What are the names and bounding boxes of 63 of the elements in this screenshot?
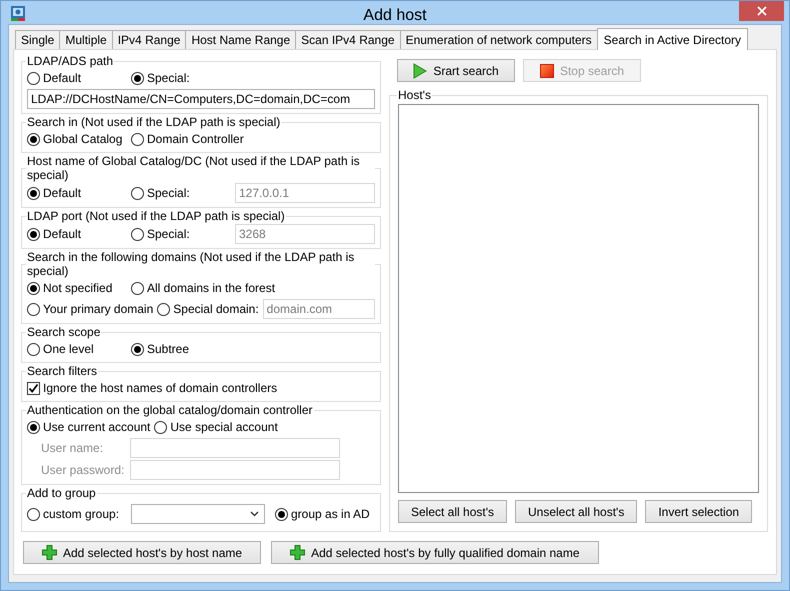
radio-button[interactable]: Default [27,186,127,200]
chevron-down-icon [250,511,259,517]
radio-button[interactable]: Special: [131,71,231,85]
input-field[interactable]: LDAP://DCHostName/CN=Computers,DC=domain,DC=com [27,89,375,109]
radio-label: Special: [147,227,190,241]
tab[interactable]: IPv4 Range [112,30,186,49]
selection-button[interactable]: Invert selection [645,500,752,523]
radio-button[interactable]: group as in AD [275,507,375,521]
start-search-button[interactable]: Srart search [397,59,515,82]
group-title: LDAP port (Not used if the LDAP path is special) [26,209,286,223]
radio-label: One level [43,342,94,356]
window-title: Add host [363,7,427,25]
group-title: Search in (Not used if the LDAP path is special) [26,115,282,129]
radio-button[interactable]: Special: [131,186,231,200]
radio-label: Not specified [43,281,112,295]
group-title: Search in the following domains (Not used if the LDAP path is special) [26,250,356,278]
radio-label: Default [43,227,82,241]
field-label: User password: [41,463,126,477]
radio-label: Default [43,71,82,85]
play-icon [413,62,428,78]
radio-button[interactable]: Subtree [131,342,231,356]
stop-icon [540,64,554,78]
radio-button[interactable]: Not specified [27,281,127,295]
radio-label: Special domain: [173,302,259,316]
group-title: LDAP/ADS path [26,54,114,68]
radio-label: custom group: [43,507,120,521]
add-hosts-button[interactable]: Add selected host's by fully qualified domain name [271,541,599,564]
radio-label: Special: [147,71,190,85]
group-title: Host name of Global Catalog/DC (Not used if the LDAP path is special) [26,154,361,182]
selection-button[interactable]: Select all host's [398,500,507,523]
close-icon [756,6,766,16]
group-title: Authentication on the global catalog/domain controller [26,403,314,417]
group-title: Host's [397,88,432,102]
selection-button[interactable]: Unselect all host's [515,500,638,523]
radio-label: Default [43,186,82,200]
add-hosts-button[interactable]: Add selected host's by host name [23,541,262,564]
radio-label: Special: [147,186,190,200]
tab[interactable]: Single [15,30,60,49]
group-title: Add to group [26,486,97,500]
radio-button[interactable]: Special domain: [157,302,259,316]
group-title: Search filters [26,364,98,378]
host-list[interactable] [398,104,759,493]
radio-button[interactable]: One level [27,342,127,356]
radio-label: group as in AD [291,507,370,521]
tab[interactable]: Host Name Range [185,30,296,49]
close-button[interactable] [739,1,784,21]
app-icon [10,4,26,20]
group-dropdown[interactable] [131,504,265,524]
plus-icon [42,545,57,560]
radio-button[interactable]: Global Catalog [27,132,127,146]
radio-label: Subtree [147,342,190,356]
field-label: User name: [41,441,104,455]
tab[interactable]: Search in Active Directory [596,28,748,50]
radio-button[interactable]: custom group: [27,507,127,521]
radio-button[interactable]: Default [27,71,127,85]
radio-button[interactable]: Special: [131,227,231,241]
tab[interactable]: Enumeration of network computers [400,30,598,49]
radio-label: Global Catalog [43,132,122,146]
tab[interactable]: Scan IPv4 Range [295,30,401,49]
radio-button[interactable]: Default [27,227,127,241]
tab[interactable]: Multiple [59,30,113,49]
group-title: Search scope [26,325,102,339]
plus-icon [290,545,306,560]
